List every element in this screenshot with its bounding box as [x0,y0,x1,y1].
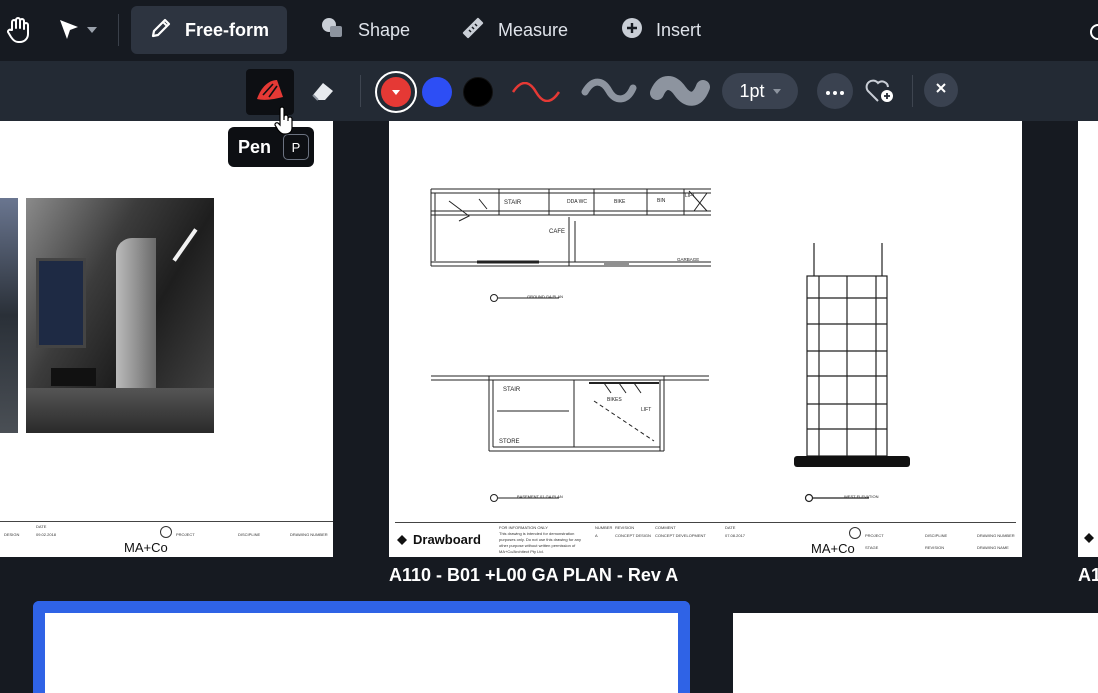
svg-text:STORE: STORE [499,439,520,445]
svg-text:LIFT: LIFT [641,407,651,413]
pen-icon [255,77,285,108]
plan-label: STAIR [504,200,522,206]
drawboard-logo-icon [395,533,409,552]
color-swatch-red-selected[interactable] [375,71,417,113]
north-arrow-icon [160,526,172,538]
render-image-exterior [0,198,18,433]
mode-label: Shape [358,19,411,40]
svg-text:GARBAGE: GARBAGE [677,257,699,262]
mode-label: Free-form [185,19,270,40]
sheet-selected-bottom[interactable] [33,601,690,693]
svg-text:DDA WC: DDA WC [567,199,587,205]
elevation-base [794,456,910,467]
svg-text:STAIR: STAIR [503,387,521,393]
svg-text:BIKES: BIKES [607,397,622,403]
hand-tool-icon[interactable] [4,14,34,46]
stroke-thin-red-option[interactable] [510,77,562,107]
more-options-button[interactable] [817,73,853,109]
color-swatch-blue[interactable] [422,77,452,107]
title-block: DESIGN DATE 09.02.2018 MA+Co PROJECT DIS… [0,521,333,557]
stroke-width-value: 1pt [739,80,765,101]
stroke-thick-option[interactable] [648,73,712,109]
close-pen-toolbar-button[interactable] [924,73,958,107]
north-arrow-icon [849,527,861,539]
firm-logo-text: MA+Co [811,541,855,556]
sheet-bottom-right[interactable] [733,613,1098,693]
chevron-down-icon [772,88,781,94]
overflow-edge-icon[interactable] [1086,20,1098,44]
architectural-sketches: STAIR CAFE DDA WC BIKE BIN LIFT GARBAGE … [430,188,910,503]
ellipsis-icon [826,82,844,100]
toolbar-divider [118,14,119,46]
sheet-left[interactable]: DESIGN DATE 09.02.2018 MA+Co PROJECT DIS… [0,121,333,557]
svg-text:LIFT: LIFT [685,193,695,199]
close-icon [935,81,947,99]
sheet-title-center[interactable]: A110 - B01 +L00 GA PLAN - Rev A [389,565,678,586]
ruler-icon [460,15,486,46]
svg-text:BASEMENT 01 GA PLAN: BASEMENT 01 GA PLAN [517,494,563,499]
svg-text:BIKE: BIKE [614,199,626,205]
add-favorite-heart-icon[interactable] [862,75,898,107]
mode-insert-button[interactable]: Insert [602,6,719,54]
select-arrow-icon[interactable] [54,16,84,44]
stroke-medium-option[interactable] [580,75,638,107]
mode-shape-button[interactable]: Shape [302,6,428,54]
drawboard-logo-icon [1082,531,1096,550]
sheet-center[interactable]: STAIR CAFE DDA WC BIKE BIN LIFT GARBAGE … [389,121,1022,557]
chevron-down-icon[interactable] [86,24,98,36]
plus-circle-icon [620,16,644,45]
mode-label: Measure [498,19,569,40]
app-root: Free-form Shape Measure Insert 1pt Pen P… [0,0,1098,693]
mode-label: Insert [656,19,702,40]
hand-pointer-cursor-icon [274,106,296,141]
pencil-icon [149,16,173,45]
mode-free-form-button[interactable]: Free-form [131,6,288,54]
eraser-icon[interactable] [306,77,340,105]
svg-text:WEST ELEVATION: WEST ELEVATION [844,494,879,499]
title-block: Drawboard FOR INFORMATION ONLY This draw… [395,522,1016,557]
brand-name: Drawboard [413,532,481,547]
top-toolbar: Free-form Shape Measure Insert [0,0,1098,61]
tooltip-label: Pen [238,136,272,157]
stroke-width-dropdown[interactable]: 1pt [722,73,798,109]
chevron-down-icon [392,89,400,95]
color-swatch-black[interactable] [463,77,493,107]
toolbar-divider [912,75,913,107]
svg-text:CAFE: CAFE [549,229,565,235]
sheet-title-right[interactable]: A1 [1078,565,1098,586]
pen-tooltip: Pen P [228,127,314,167]
svg-text:BIN: BIN [657,198,666,204]
pen-options-toolbar: 1pt [0,61,1098,121]
svg-text:GROUND GA PLAN: GROUND GA PLAN [527,294,563,299]
firm-logo-text: MA+Co [124,540,168,555]
sheet-right[interactable] [1078,121,1098,557]
shapes-icon [320,16,346,45]
mode-measure-button[interactable]: Measure [442,6,586,54]
render-image-interior [26,198,214,433]
toolbar-divider [360,75,361,107]
